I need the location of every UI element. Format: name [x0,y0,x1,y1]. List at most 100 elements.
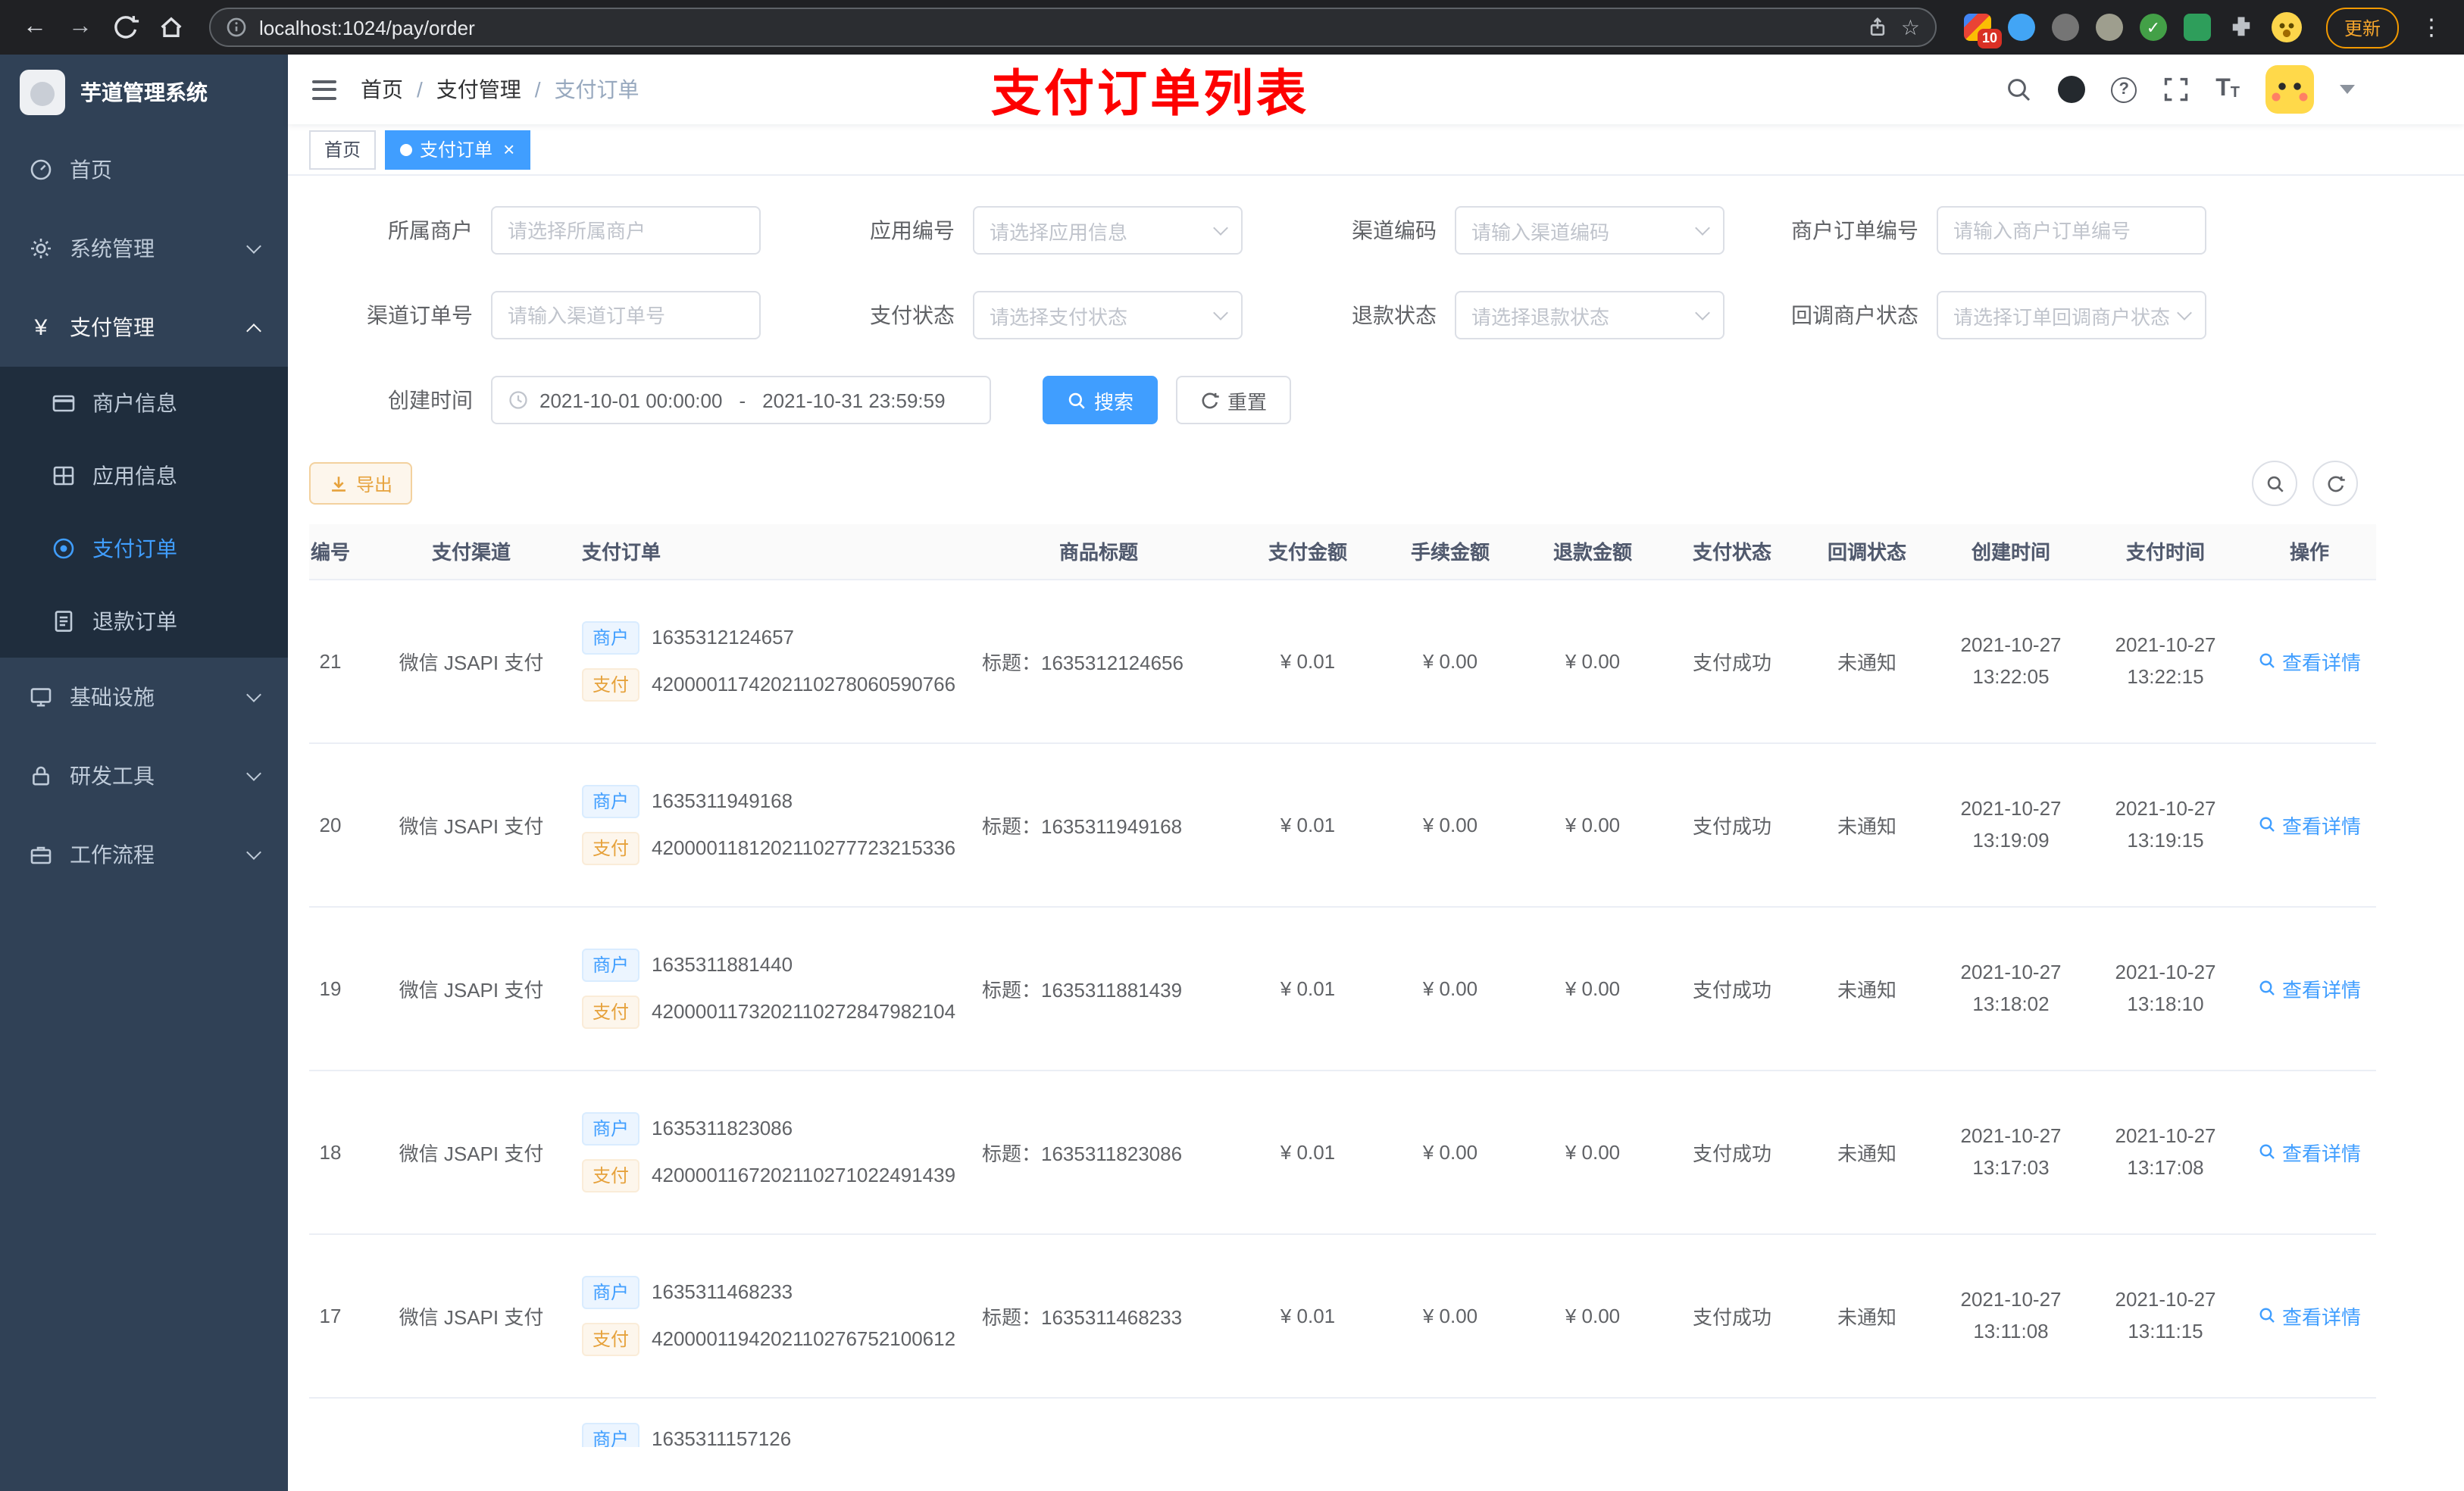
cell-refund: ¥ 0.00 [1521,906,1664,1071]
extension-icon-4[interactable] [2095,14,2123,41]
browser-profile-avatar[interactable] [2271,12,2302,42]
pay-tag: 支付 [582,1322,640,1355]
help-button[interactable]: ? [2111,77,2137,102]
cell-create-time: 2021-10-27 13:11:08 [1934,1233,2088,1398]
view-detail-link[interactable]: 查看详情 [2258,810,2361,839]
annotation-title: 支付订单列表 [991,65,1309,121]
fullscreen-button[interactable] [2162,76,2190,103]
search-icon [2259,817,2275,832]
orders-table-wrap: 编号 支付渠道 支付订单 商品标题 支付金额 手续金额 退款金额 支付状态 回调… [309,524,2443,1447]
search-icon [2266,475,2283,492]
sidebar-item-pay-order[interactable]: 支付订单 [0,512,288,585]
cell-order: 商户 1635311823086 支付 42000011672021102710… [570,1070,961,1234]
sidebar-item-pay[interactable]: ¥ 支付管理 [0,288,288,367]
notify-status-select[interactable]: 请选择订单回调商户状态 [1937,291,2206,339]
tab-home[interactable]: 首页 [309,130,377,169]
right-toolbar [2252,461,2358,506]
browser-reload-button[interactable] [106,8,145,47]
logo-avatar [20,70,65,115]
merchant-tag: 商户 [582,1111,640,1145]
toggle-search-button[interactable] [2252,461,2297,506]
cell-refund: ¥ 0.00 [1521,579,1664,743]
browser-menu-button[interactable]: ⋮ [2414,14,2449,41]
cell-order: 商户 1635311881440 支付 42000011732021102728… [570,906,961,1071]
pay-tag: 支付 [582,667,640,701]
table-row-partial: 商户 1635311157126 [309,1397,2376,1447]
pay-status-select[interactable]: 请选择支付状态 [973,291,1243,339]
view-detail-link[interactable]: 查看详情 [2258,1301,2361,1330]
avatar-caret-icon[interactable] [2340,85,2355,94]
sidebar-item-infra[interactable]: 基础设施 [0,658,288,736]
sidebar-logo[interactable]: 芋道管理系统 [0,55,288,130]
channel-order-no-input[interactable] [508,304,744,327]
merchant-input[interactable] [508,219,744,242]
sidebar-item-system[interactable]: 系统管理 [0,209,288,288]
extension-icon-1[interactable]: 10 [1963,14,2002,48]
chevron-down-icon [246,686,261,702]
cell-amount: ¥ 0.01 [1237,742,1379,907]
user-avatar[interactable] [2265,65,2314,114]
filter-create-time: 创建时间 2021-10-01 00:00:00 - 2021-10-31 23… [309,376,991,424]
app-select[interactable]: 请选择应用信息 [973,206,1243,255]
merchant-no: 1635311157126 [652,1427,792,1447]
refund-status-select[interactable]: 请选择退款状态 [1455,291,1724,339]
bookmark-star-button[interactable]: ☆ [1901,14,1920,40]
sidebar-item-merchant-info[interactable]: 商户信息 [0,367,288,439]
sidebar-item-app-info[interactable]: 应用信息 [0,439,288,512]
site-info-icon[interactable] [226,17,247,38]
browser-toolbar: ← → localhost:1024/pay/order ☆ 10 ✓ 更新 ⋮ [0,0,2464,55]
page-content: 所属商户 应用编号 请选择应用信息 渠道编码 请输入渠道编码 商户订单编号 [288,176,2464,1491]
extensions-puzzle-button[interactable] [2228,14,2255,41]
cell-create-time: 2021-10-27 13:17:03 [1934,1070,2088,1234]
breadcrumb-pay[interactable]: 支付管理 [436,74,521,105]
cell-amount: ¥ 0.01 [1237,1233,1379,1398]
screen: ← → localhost:1024/pay/order ☆ 10 ✓ 更新 ⋮… [0,0,2464,1491]
view-detail-link[interactable]: 查看详情 [2258,646,2361,675]
browser-home-button[interactable] [152,8,191,47]
search-icon [2259,653,2275,668]
date-range-picker[interactable]: 2021-10-01 00:00:00 - 2021-10-31 23:59:5… [491,376,991,424]
extension-icon-3[interactable] [2051,14,2079,41]
pay-tag: 支付 [582,995,640,1028]
share-button[interactable] [1868,17,1889,38]
sidebar-item-refund-order[interactable]: 退款订单 [0,585,288,658]
browser-update-button[interactable]: 更新 [2325,7,2399,48]
cell-fee: ¥ 0.00 [1379,1233,1521,1398]
breadcrumb-home[interactable]: 首页 [361,74,403,105]
github-button[interactable] [2058,76,2086,103]
chevron-down-icon [1695,220,1710,235]
search-button[interactable]: 搜索 [1043,376,1159,424]
browser-forward-button[interactable]: → [61,8,100,47]
reset-button[interactable]: 重置 [1176,376,1292,424]
view-detail-link[interactable]: 查看详情 [2258,1137,2361,1166]
view-detail-link[interactable]: 查看详情 [2258,974,2361,1002]
merchant-order-no-input[interactable] [1953,219,2190,242]
cell-actions: 查看详情 [2243,1070,2376,1234]
sidebar-item-workflow[interactable]: 工作流程 [0,815,288,894]
export-button[interactable]: 导出 [309,462,413,505]
refresh-table-button[interactable] [2312,461,2358,506]
filter-channel-order-no: 渠道订单号 [309,291,761,339]
clock-icon [509,391,527,409]
sidebar-item-devtools[interactable]: 研发工具 [0,736,288,815]
tab-pay-order[interactable]: 支付订单 × [385,130,530,169]
close-tab-icon[interactable]: × [503,139,514,159]
extension-icon-6[interactable] [2183,14,2211,41]
extension-icon-2[interactable] [2007,14,2035,41]
font-size-button[interactable]: TT [2215,77,2240,102]
cell-fee: ¥ 0.00 [1379,579,1521,743]
header-search-button[interactable] [2005,76,2032,103]
forward-icon: → [68,14,92,39]
orders-table: 编号 支付渠道 支付订单 商品标题 支付金额 手续金额 退款金额 支付状态 回调… [309,524,2376,1447]
merchant-no: 1635311823086 [652,1117,793,1139]
cell-pay-time: 2021-10-27 13:22:15 [2088,579,2243,743]
sidebar-toggle-button[interactable] [288,80,361,99]
channel-code-select[interactable]: 请输入渠道编码 [1455,206,1724,255]
cell-channel: 微信 JSAPI 支付 [373,1233,570,1398]
cell-amount: ¥ 0.01 [1237,906,1379,1071]
browser-back-button[interactable]: ← [15,8,55,47]
sidebar-item-home[interactable]: 首页 [0,130,288,209]
extension-icon-5[interactable]: ✓ [2139,14,2167,41]
address-bar[interactable]: localhost:1024/pay/order ☆ [209,8,1937,47]
credit-card-icon [52,395,75,412]
